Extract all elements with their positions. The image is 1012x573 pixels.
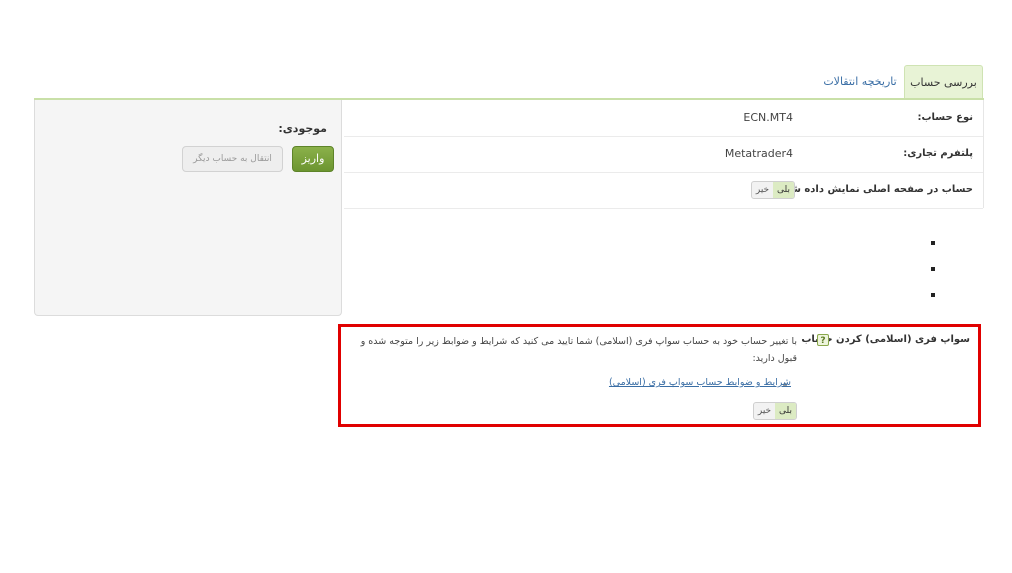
deposit-button[interactable]: واریز — [292, 146, 334, 172]
show-on-home-toggle[interactable]: بلی خیر — [751, 181, 795, 199]
platform-label: پلتفرم تجاری: — [903, 148, 973, 159]
bullet-point — [931, 293, 935, 297]
account-type-value: ECN.MT4 — [743, 111, 793, 124]
account-type-label: نوع حساب: — [917, 112, 973, 123]
transfer-button[interactable]: انتقال به حساب دیگر — [182, 146, 283, 172]
toggle-yes[interactable]: بلی — [775, 403, 796, 419]
account-info-panel: نوع حساب: ECN.MT4 پلتفرم تجاری: Metatrad… — [344, 100, 984, 209]
swap-free-description: با تغییر حساب خود به حساب سواپ فری (اسلا… — [360, 336, 797, 364]
toggle-yes[interactable]: بلی — [773, 182, 794, 198]
balance-panel: موجودی: واریز انتقال به حساب دیگر — [34, 100, 342, 316]
swap-free-section: سواپ فری (اسلامی) کردن حساب ? با تغییر ح… — [338, 324, 981, 427]
balance-label: موجودی: — [278, 122, 327, 135]
terms-link[interactable]: شرایط و ضوابط حساب سواپ فری (اسلامی) — [609, 377, 791, 388]
tab-account-review[interactable]: بررسی حساب — [904, 65, 983, 99]
toggle-no[interactable]: خیر — [754, 403, 775, 419]
swap-free-toggle[interactable]: بلی خیر — [753, 402, 797, 420]
platform-value: Metatrader4 — [724, 147, 793, 160]
account-type-row: نوع حساب: ECN.MT4 — [344, 100, 983, 137]
help-icon[interactable]: ? — [817, 334, 829, 346]
show-on-home-row: حساب در صفحه اصلی نمایش داده شود؟ بلی خی… — [344, 172, 983, 209]
bullet-point — [931, 267, 935, 271]
platform-row: پلتفرم تجاری: Metatrader4 — [344, 136, 983, 173]
show-on-home-label: حساب در صفحه اصلی نمایش داده شود؟ — [773, 184, 973, 195]
bullet-point — [931, 241, 935, 245]
tab-transfer-history[interactable]: تاریخچه انتقالات — [820, 74, 900, 90]
toggle-no[interactable]: خیر — [752, 182, 773, 198]
